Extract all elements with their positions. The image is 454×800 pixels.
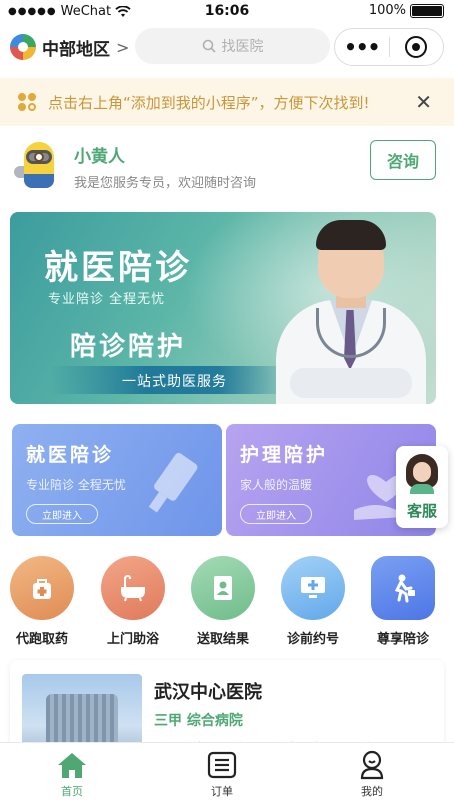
banner-title: 就医陪诊 <box>44 248 192 288</box>
minion-avatar <box>14 138 64 190</box>
home-icon <box>22 749 122 781</box>
banner-subtitle: 专业陪诊 全程无忧 <box>48 292 166 307</box>
report-icon <box>191 556 255 620</box>
search-placeholder: 找医院 <box>221 39 264 55</box>
card-title: 就医陪诊 <box>26 444 115 466</box>
more-menu-button[interactable]: ••• <box>335 35 389 59</box>
add-to-mini-program-tip: 点击右上角“添加到我的小程序”，方便下次找到! ✕ <box>0 78 454 126</box>
enter-button[interactable]: 立即进入 <box>240 504 312 524</box>
card-subtitle: 家人般的温暖 <box>240 478 313 492</box>
quick-item-vip-escort[interactable]: 尊享陪诊 <box>370 556 436 647</box>
hospital-tags: 三甲 综合病院 <box>154 713 243 729</box>
profile-icon <box>322 749 422 781</box>
consult-button[interactable]: 咨询 <box>370 140 436 180</box>
promo-banner[interactable]: 就医陪诊 专业陪诊 全程无忧 陪诊陪护 一站式助医服务 <box>10 212 436 404</box>
medical-escort-card[interactable]: 就医陪诊 专业陪诊 全程无忧 立即进入 <box>12 424 222 536</box>
quick-item-label: 送取结果 <box>196 632 249 647</box>
quick-item-results[interactable]: 送取结果 <box>190 556 256 647</box>
tab-label: 订单 <box>211 785 233 798</box>
monitor-icon <box>281 556 345 620</box>
bathtub-icon <box>101 556 165 620</box>
location-selector[interactable]: 中部地区 > <box>10 34 129 60</box>
enter-button[interactable]: 立即进入 <box>26 504 98 524</box>
card-subtitle: 专业陪诊 全程无忧 <box>26 478 126 492</box>
card-title: 护理陪护 <box>240 444 329 466</box>
mini-program-capsule: ••• <box>334 28 444 66</box>
banner-strip-text: 一站式助医服务 <box>122 374 227 390</box>
battery-percent: 100% <box>368 3 406 18</box>
tab-orders[interactable]: 订单 <box>172 749 272 799</box>
tip-text: 点击右上角“添加到我的小程序”，方便下次找到! <box>48 93 370 112</box>
quick-item-appointment[interactable]: 诊前约号 <box>280 556 346 647</box>
quick-item-bathing[interactable]: 上门助浴 <box>100 556 166 647</box>
hospital-name: 武汉中心医院 <box>154 682 262 703</box>
location-pin-icon <box>10 34 36 60</box>
customer-service-label: 客服 <box>406 502 437 520</box>
battery-icon <box>410 3 444 18</box>
chevron-right-icon: > <box>116 37 130 57</box>
search-input[interactable]: 找医院 <box>135 28 330 64</box>
tab-profile[interactable]: 我的 <box>322 749 422 799</box>
quick-item-label: 诊前约号 <box>286 632 339 647</box>
agent-description: 我是您服务专员，欢迎随时咨询 <box>74 176 257 191</box>
close-mini-program-button[interactable] <box>389 36 443 58</box>
nav-bar: 中部地区 > 找医院 ••• <box>0 24 454 72</box>
status-bar: ●●●●● WeChat 16:06 100% <box>0 0 454 24</box>
search-icon <box>202 39 216 53</box>
quick-item-medicine[interactable]: 代跑取药 <box>9 556 75 647</box>
quick-item-label: 尊享陪诊 <box>376 632 429 647</box>
syringe-icon <box>148 452 198 513</box>
tab-home[interactable]: 首页 <box>22 749 122 799</box>
mini-program-dots-icon <box>18 93 36 111</box>
customer-service-float[interactable]: 客服 <box>396 446 448 528</box>
agent-avatar <box>406 454 438 494</box>
tab-label: 我的 <box>361 785 383 798</box>
agent-name: 小黄人 <box>74 147 125 167</box>
location-label: 中部地区 <box>42 39 110 60</box>
banner-title-secondary: 陪诊陪护 <box>70 332 187 362</box>
order-list-icon <box>172 749 272 781</box>
walking-person-icon <box>371 556 435 620</box>
bottom-tab-bar: 首页 订单 我的 <box>0 742 454 800</box>
quick-item-label: 上门助浴 <box>106 632 159 647</box>
doctor-image <box>276 218 426 404</box>
tab-label: 首页 <box>61 785 83 798</box>
tip-close-icon[interactable]: ✕ <box>415 90 432 114</box>
battery-info: 100% <box>369 3 444 18</box>
target-close-icon <box>405 36 428 58</box>
quick-item-label: 代跑取药 <box>15 632 68 647</box>
medicine-bag-icon <box>10 556 74 620</box>
service-agent-row: 小黄人 我是您服务专员，欢迎随时咨询 咨询 <box>0 130 454 200</box>
